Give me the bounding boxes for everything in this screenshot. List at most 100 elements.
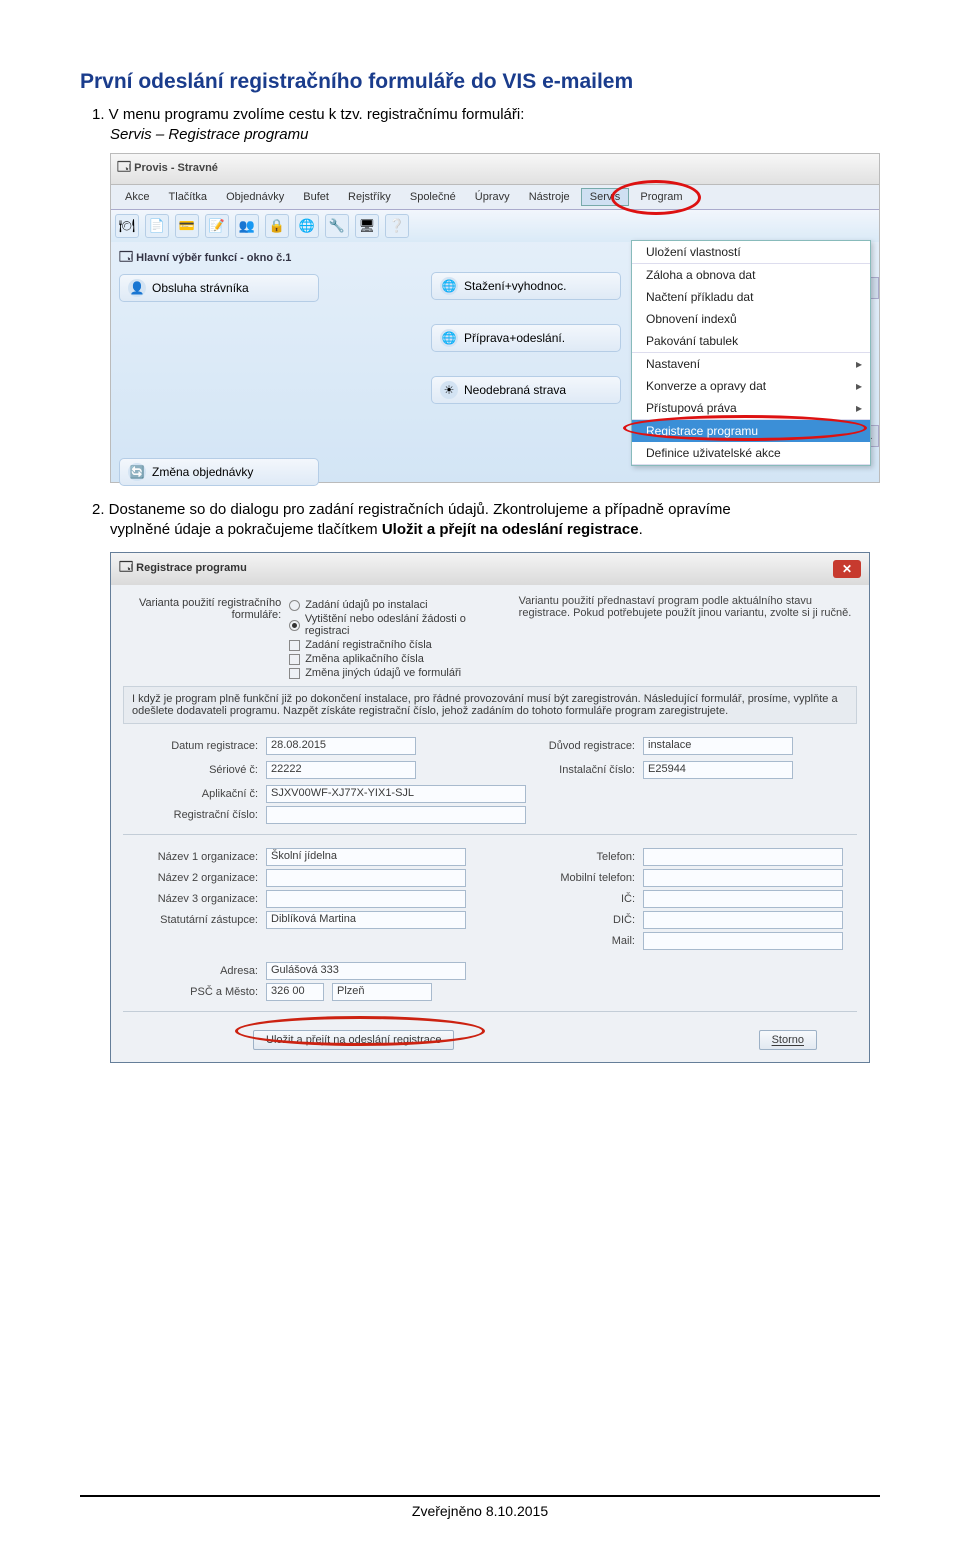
menu-bar: Akce Tlačítka Objednávky Bufet Rejstříky…	[111, 185, 879, 210]
step-2-text-a: 2. Dostaneme so do dialogu pro zadání re…	[92, 501, 868, 518]
label-seriove: Sériové č:	[123, 764, 258, 776]
toolbar-icon[interactable]: 🔒	[265, 214, 289, 238]
check-zadani-reg[interactable]	[289, 640, 300, 651]
toolbar-icon[interactable]: 🔧	[325, 214, 349, 238]
left-item-obsluha[interactable]: 👤Obsluha strávníka	[119, 274, 319, 302]
storno-button[interactable]: Storno	[759, 1030, 817, 1050]
label-nazev3: Název 3 organizace:	[123, 893, 258, 905]
dd-pakovani[interactable]: Pakování tabulek	[632, 330, 870, 352]
page-title: První odeslání registračního formuláře d…	[80, 70, 880, 94]
input-nazev1[interactable]: Školní jídelna	[266, 848, 466, 866]
toolbar-icon[interactable]: 🖥	[355, 214, 379, 238]
user-icon: 👥	[239, 218, 255, 234]
input-mobil[interactable]	[643, 869, 843, 887]
input-nazev2[interactable]	[266, 869, 466, 887]
refresh-icon: 🔄	[128, 463, 146, 481]
dd-zaloha[interactable]: Záloha a obnova dat	[632, 264, 870, 286]
mid-item-neodebrana[interactable]: ☀Neodebraná strava	[431, 376, 621, 404]
toolbar-icon[interactable]: 👥	[235, 214, 259, 238]
input-datum[interactable]: 28.08.2015	[266, 737, 416, 755]
radio-zadani-po-instalaci[interactable]	[289, 600, 300, 611]
menu-objednavky[interactable]: Objednávky	[218, 189, 292, 205]
input-seriove[interactable]: 22222	[266, 761, 416, 779]
label-adresa: Adresa:	[123, 965, 258, 977]
window-title: 🗔 Provis - Stravné	[111, 154, 879, 185]
sun-icon: ☀	[440, 381, 458, 399]
dialog-icon: 🗔	[119, 559, 133, 574]
label-duvod: Důvod registrace:	[500, 740, 635, 752]
menu-spolecne[interactable]: Společné	[402, 189, 464, 205]
menu-tlacitka[interactable]: Tlačítka	[161, 189, 216, 205]
toolbar-icon[interactable]: 🌐	[295, 214, 319, 238]
label-mail: Mail:	[500, 935, 635, 947]
footer-divider	[80, 1495, 880, 1497]
user-icon: 👤	[128, 279, 146, 297]
input-ic[interactable]	[643, 890, 843, 908]
help-icon: ❔	[389, 218, 405, 234]
annotation-ellipse-servis	[611, 180, 701, 215]
check-zmena-apl[interactable]	[289, 654, 300, 665]
label-aplikacni: Aplikační č:	[123, 788, 258, 800]
label-nazev2: Název 2 organizace:	[123, 872, 258, 884]
card-icon: 💳	[179, 218, 195, 234]
panel-icon: 🗔	[119, 249, 133, 264]
label-psc: PSČ a Město:	[123, 986, 258, 998]
note-icon: 📝	[209, 218, 225, 234]
step-1-text: 1. V menu programu zvolíme cestu k tzv. …	[92, 106, 880, 123]
check-zmena-jinych[interactable]	[289, 668, 300, 679]
panel-title: 🗔 Hlavní výběr funkcí - okno č.1	[119, 248, 319, 270]
annotation-ellipse-registrace	[623, 415, 867, 441]
radio-vytisteni[interactable]	[289, 620, 300, 631]
dd-obnoveni[interactable]: Obnovení indexů	[632, 308, 870, 330]
input-statutarni[interactable]: Diblíková Martina	[266, 911, 466, 929]
input-registracni[interactable]	[266, 806, 526, 824]
lock-icon: 🔒	[269, 218, 285, 234]
mid-item-stazeni[interactable]: 🌐Stažení+vyhodnoc.	[431, 272, 621, 300]
menu-bufet[interactable]: Bufet	[295, 189, 337, 205]
app-icon: 🗔	[117, 159, 131, 174]
input-aplikacni[interactable]: SJXV00WF-XJ77X-YIX1-SJL	[266, 785, 526, 803]
mid-item-priprava[interactable]: 🌐Příprava+odeslání.	[431, 324, 621, 352]
variant-help-text: Variantu použití přednastaví program pod…	[519, 595, 857, 680]
input-adresa[interactable]: Gulášová 333	[266, 962, 466, 980]
radio-label: Zadání registračního čísla	[305, 639, 432, 651]
menu-akce[interactable]: Akce	[117, 189, 157, 205]
label-statutarni: Statutární zástupce:	[123, 914, 258, 926]
label-mobil: Mobilní telefon:	[500, 872, 635, 884]
toolbar-icon[interactable]: 💳	[175, 214, 199, 238]
radio-label: Změna jiných údajů ve formuláři	[305, 667, 461, 679]
toolbar-icon[interactable]: 📝	[205, 214, 229, 238]
left-item-zmena[interactable]: 🔄Změna objednávky	[119, 458, 319, 486]
menu-nastroje[interactable]: Nástroje	[521, 189, 578, 205]
menu-upravy[interactable]: Úpravy	[467, 189, 518, 205]
input-nazev3[interactable]	[266, 890, 466, 908]
toolbar-icon[interactable]: 🍽	[115, 214, 139, 238]
label-telefon: Telefon:	[500, 851, 635, 863]
dd-nastaveni[interactable]: Nastavení	[632, 353, 870, 375]
toolbar-icon[interactable]: 📄	[145, 214, 169, 238]
input-telefon[interactable]	[643, 848, 843, 866]
radio-label: Změna aplikačního čísla	[305, 653, 424, 665]
dd-konverze[interactable]: Konverze a opravy dat	[632, 375, 870, 397]
input-mesto[interactable]: Plzeň	[332, 983, 432, 1001]
dd-nacteni[interactable]: Načtení příkladu dat	[632, 286, 870, 308]
input-dic[interactable]	[643, 911, 843, 929]
input-mail[interactable]	[643, 932, 843, 950]
step-1-path: Servis – Registrace programu	[110, 126, 880, 143]
pc-icon: 🖥	[359, 218, 376, 234]
annotation-ellipse-save	[235, 1016, 485, 1046]
input-instalacni[interactable]: E25944	[643, 761, 793, 779]
label-datum: Datum registrace:	[123, 740, 258, 752]
footer-text: Zveřejněno 8.10.2015	[0, 1503, 960, 1519]
tool-icon: 🔧	[329, 218, 345, 234]
toolbar-icon[interactable]: ❔	[385, 214, 409, 238]
close-button[interactable]: ✕	[833, 560, 861, 578]
input-duvod[interactable]: instalace	[643, 737, 793, 755]
dd-ulozeni[interactable]: Uložení vlastností	[632, 241, 870, 263]
globe-icon: 🌐	[440, 329, 458, 347]
dd-definice[interactable]: Definice uživatelské akce	[632, 442, 870, 464]
menu-rejstriky[interactable]: Rejstříky	[340, 189, 399, 205]
input-psc[interactable]: 326 00	[266, 983, 324, 1001]
label-instalacni: Instalační číslo:	[500, 764, 635, 776]
globe-icon: 🌐	[299, 218, 315, 234]
